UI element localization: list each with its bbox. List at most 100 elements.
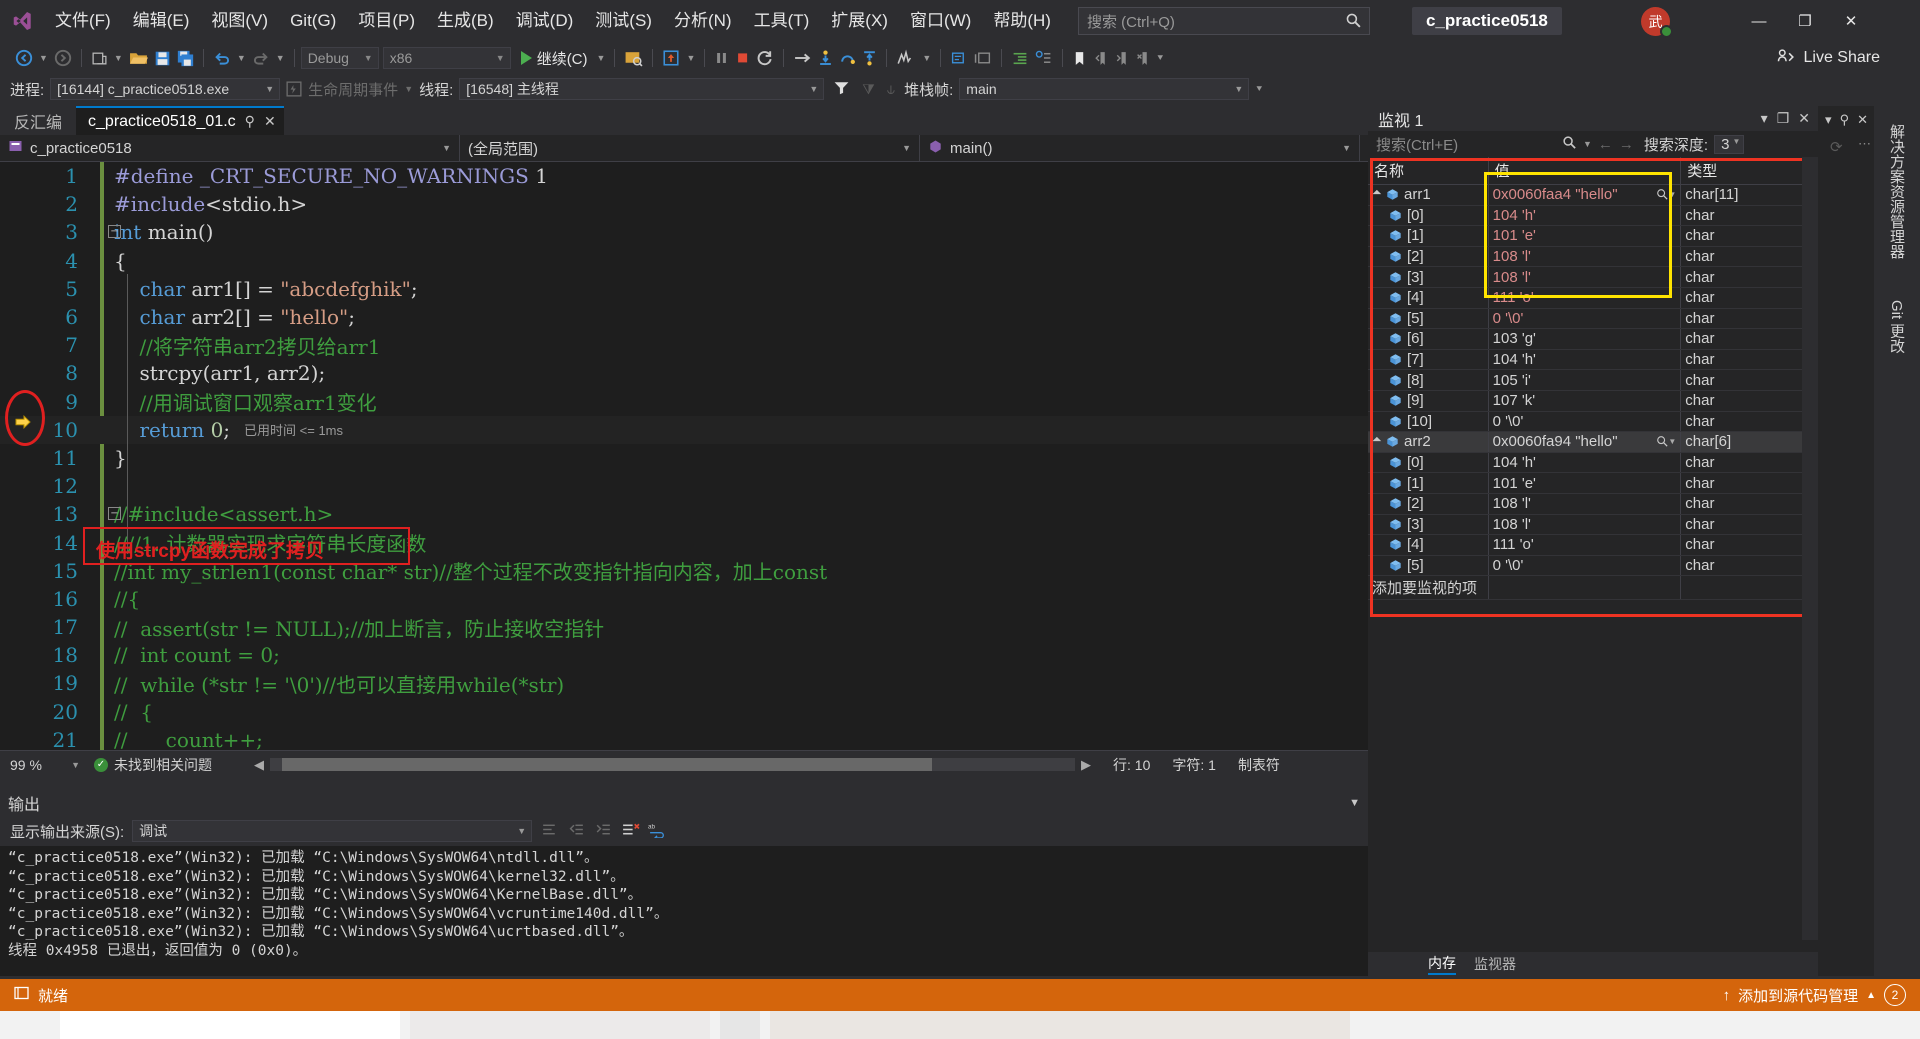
restart-icon[interactable] bbox=[753, 46, 777, 70]
code-line[interactable]: 3 int main() − bbox=[0, 218, 1368, 246]
watch-cell-name[interactable]: [10] bbox=[1368, 411, 1489, 433]
code-line[interactable]: 10 return 0; 已用时间 <= 1ms bbox=[0, 415, 1368, 444]
watch-cell-name[interactable]: [0] bbox=[1368, 452, 1489, 474]
solution-configuration-combo[interactable]: Debug ▼ bbox=[300, 47, 379, 69]
watch-column-value[interactable]: 值 bbox=[1488, 157, 1682, 185]
thread-combo[interactable]: [16548] 主线程 ▼ bbox=[459, 78, 825, 100]
watch-row[interactable]: [0] 104 'h' char bbox=[1368, 452, 1818, 474]
watch-cell-name[interactable]: [6] bbox=[1368, 328, 1489, 350]
undo-icon[interactable] bbox=[210, 46, 234, 70]
code-line[interactable]: 16 //{ bbox=[0, 585, 1368, 613]
scroll-left-arrow-icon[interactable]: ◀ bbox=[254, 757, 264, 773]
annotate-threads-icon[interactable]: ⫝ bbox=[884, 81, 898, 98]
save-all-icon[interactable] bbox=[174, 46, 197, 70]
new-project-dropdown[interactable]: ▼ bbox=[111, 46, 126, 70]
code-line[interactable]: 6 char arr2[] = "hello"; bbox=[0, 303, 1368, 331]
search-options-dropdown-icon[interactable]: ▼ bbox=[1583, 139, 1592, 149]
menu-debug[interactable]: 调试(D) bbox=[505, 0, 585, 42]
watch-row[interactable]: [4] 111 'o' char bbox=[1368, 287, 1818, 309]
lifecycle-events-dropdown[interactable]: ▼ bbox=[404, 84, 413, 94]
watch-add-value-cell[interactable] bbox=[1488, 575, 1682, 601]
toolbar-overflow-icon[interactable]: ⯆ bbox=[1153, 46, 1167, 70]
break-all-icon[interactable] bbox=[711, 46, 732, 70]
watch-row[interactable]: [7] 104 'h' char bbox=[1368, 349, 1818, 371]
show-next-statement-icon[interactable] bbox=[790, 46, 815, 70]
watch-cell-value[interactable]: 101 'e' bbox=[1488, 225, 1682, 247]
watch-cell-value[interactable]: 0 '\0' bbox=[1488, 555, 1682, 577]
menu-edit[interactable]: 编辑(E) bbox=[122, 0, 201, 42]
visualizer-magnifier-icon[interactable]: ▼ bbox=[1656, 186, 1676, 200]
clear-all-icon[interactable] bbox=[540, 821, 559, 842]
code-line[interactable]: 11} bbox=[0, 444, 1368, 472]
code-line[interactable]: 21 // count++; bbox=[0, 726, 1368, 750]
navigate-forward-icon[interactable] bbox=[51, 46, 75, 70]
code-line[interactable]: 17 // assert(str != NULL);//加上断言，防止接收空指针 bbox=[0, 613, 1368, 641]
watch-table[interactable]: 名称 值 类型 ◢ arr1 0x0060faa4 "hello" ▼ char[11]… bbox=[1368, 157, 1818, 601]
tab-watch-monitor[interactable]: 监视器 bbox=[1474, 954, 1516, 974]
code-line[interactable]: 13 //#include<assert.h> − bbox=[0, 500, 1368, 528]
chevron-down-icon[interactable]: ▾ bbox=[1825, 112, 1832, 128]
chevron-down-icon[interactable]: ▼ bbox=[1349, 797, 1360, 809]
continue-button[interactable]: 继续(C) bbox=[515, 46, 594, 70]
watch-row[interactable]: [1] 101 'e' char bbox=[1368, 472, 1818, 494]
chevron-down-icon[interactable]: ▾ bbox=[1761, 110, 1768, 127]
code-line[interactable]: 5 char arr1[] = "abcdefghik"; bbox=[0, 275, 1368, 303]
watch-cell-name[interactable]: [5] bbox=[1368, 308, 1489, 330]
code-line[interactable]: 2 #include<stdio.h> bbox=[0, 190, 1368, 218]
horizontal-scrollbar[interactable] bbox=[270, 758, 1075, 771]
watch-row[interactable]: [3] 108 'l' char bbox=[1368, 266, 1818, 288]
scroll-right-arrow-icon[interactable]: ▶ bbox=[1081, 757, 1091, 773]
watch-cell-value[interactable]: 0x0060faa4 "hello" ▼ bbox=[1488, 184, 1682, 206]
watch-column-name[interactable]: 名称 bbox=[1368, 157, 1489, 185]
next-bookmark-icon[interactable] bbox=[1111, 46, 1132, 70]
maximize-button[interactable]: ❐ bbox=[1782, 0, 1828, 42]
watch-row[interactable]: [6] 103 'g' char bbox=[1368, 328, 1818, 350]
watch-cell-value[interactable]: 111 'o' bbox=[1488, 287, 1682, 309]
avatar[interactable]: 武 bbox=[1641, 7, 1673, 38]
watch-cell-value[interactable]: 0 '\0' bbox=[1488, 411, 1682, 433]
visualizer-magnifier-icon[interactable]: ▼ bbox=[1656, 433, 1676, 447]
pin-icon[interactable]: ⚲ bbox=[1840, 112, 1850, 128]
code-editor[interactable]: 1 #define _CRT_SECURE_NO_WARNINGS 1 2 #incl… bbox=[0, 162, 1368, 750]
search-icon[interactable] bbox=[1562, 135, 1577, 154]
vtab-git-changes[interactable]: Git 更改 bbox=[1886, 300, 1907, 353]
code-line[interactable]: 1 #define _CRT_SECURE_NO_WARNINGS 1 bbox=[0, 162, 1368, 190]
watch-row[interactable]: [10] 0 '\0' char bbox=[1368, 411, 1818, 433]
navigate-back-icon[interactable] bbox=[12, 46, 36, 70]
watch-cell-name[interactable]: [0] bbox=[1368, 205, 1489, 227]
outdent-icon[interactable] bbox=[1008, 46, 1032, 70]
refresh-icon[interactable]: ⟳ bbox=[1830, 138, 1843, 156]
search-icon[interactable] bbox=[1345, 12, 1362, 33]
redo-icon[interactable] bbox=[249, 46, 273, 70]
undo-dropdown[interactable]: ▼ bbox=[234, 46, 249, 70]
close-button[interactable]: ✕ bbox=[1828, 0, 1874, 42]
watch-row[interactable]: [5] 0 '\0' char bbox=[1368, 555, 1818, 577]
watch-row[interactable]: ◢ arr1 0x0060faa4 "hello" ▼ char[11] bbox=[1368, 184, 1818, 206]
watch-row[interactable]: [2] 108 'l' char bbox=[1368, 246, 1818, 268]
watch-cell-name[interactable]: [7] bbox=[1368, 349, 1489, 371]
watch-row[interactable]: ◢ arr2 0x0060fa94 "hello" ▼ char[6] bbox=[1368, 431, 1818, 453]
watch-add-placeholder[interactable]: 添加要监视的项 bbox=[1368, 575, 1489, 601]
chevron-up-icon[interactable]: ▲ bbox=[1866, 990, 1876, 1001]
new-project-icon[interactable] bbox=[88, 46, 111, 70]
close-icon[interactable]: ✕ bbox=[1857, 112, 1868, 128]
notifications-icon[interactable]: 2 bbox=[1884, 984, 1906, 1006]
sort-threads-icon[interactable]: ⧩ bbox=[859, 81, 878, 98]
expander-triangle-icon[interactable]: ◢ bbox=[1370, 188, 1383, 201]
more-options-icon[interactable]: ⋯ bbox=[1858, 136, 1871, 152]
watch-cell-name[interactable]: [5] bbox=[1368, 555, 1489, 577]
watch-cell-value[interactable]: 108 'l' bbox=[1488, 246, 1682, 268]
menu-window[interactable]: 窗口(W) bbox=[899, 0, 982, 42]
watch-cell-value[interactable]: 111 'o' bbox=[1488, 534, 1682, 556]
minimize-button[interactable]: — bbox=[1736, 0, 1782, 42]
code-line[interactable]: 9 //用调试窗口观察arr1变化 bbox=[0, 388, 1368, 416]
menu-extensions[interactable]: 扩展(X) bbox=[820, 0, 899, 42]
watch-cell-value[interactable]: 107 'k' bbox=[1488, 390, 1682, 412]
watch-row[interactable]: [0] 104 'h' char bbox=[1368, 205, 1818, 227]
diagnostics-icon[interactable] bbox=[893, 46, 919, 70]
stack-frame-combo[interactable]: main ▼ bbox=[959, 78, 1250, 100]
watch-cell-value[interactable]: 105 'i' bbox=[1488, 369, 1682, 391]
indent-icon[interactable] bbox=[1032, 46, 1056, 70]
tab-source-file[interactable]: c_practice0518_01.c ⚲ ✕ bbox=[76, 106, 284, 135]
arrow-left-icon[interactable]: ← bbox=[1598, 136, 1613, 153]
